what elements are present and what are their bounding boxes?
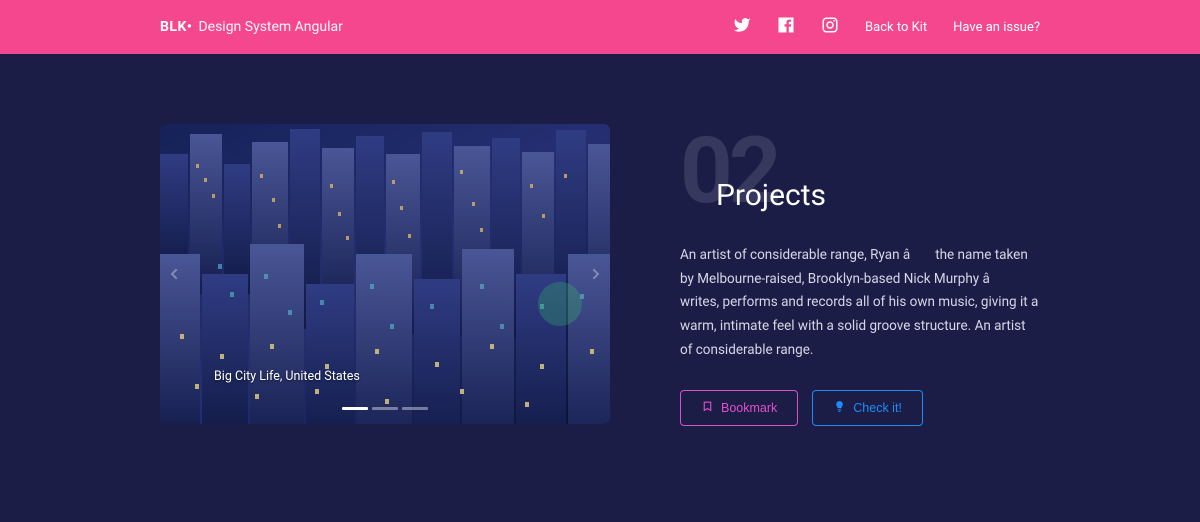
section-description: An artist of considerable range, Ryan â… <box>680 244 1040 362</box>
brand[interactable]: BLK• Design System Angular <box>160 19 343 35</box>
carousel-indicators <box>342 407 428 410</box>
have-issue-link[interactable]: Have an issue? <box>953 20 1040 35</box>
bookmark-label: Bookmark <box>721 401 777 415</box>
indicator-3[interactable] <box>402 407 428 410</box>
twitter-icon[interactable] <box>733 16 751 38</box>
carousel-next[interactable] <box>582 254 610 294</box>
facebook-icon[interactable] <box>777 16 795 38</box>
section-title: Projects <box>716 178 826 213</box>
check-label: Check it! <box>853 401 902 415</box>
indicator-1[interactable] <box>342 407 368 410</box>
button-row: Bookmark Check it! <box>680 390 1040 426</box>
carousel: Big City Life, United States <box>160 124 610 424</box>
indicator-2[interactable] <box>372 407 398 410</box>
content-column: 02 Projects An artist of considerable ra… <box>680 124 1040 426</box>
slide-caption: Big City Life, United States <box>214 369 360 384</box>
brand-bold: BLK• <box>160 19 192 35</box>
instagram-icon[interactable] <box>821 16 839 38</box>
back-to-kit-link[interactable]: Back to Kit <box>865 20 927 35</box>
navbar: BLK• Design System Angular Back to Kit H… <box>0 0 1200 54</box>
main-section: Big City Life, United States 02 Projects… <box>0 54 1200 426</box>
check-button[interactable]: Check it! <box>812 390 923 426</box>
bookmark-icon <box>701 400 714 416</box>
brand-rest: Design System Angular <box>198 19 342 35</box>
nav-right: Back to Kit Have an issue? <box>733 16 1040 38</box>
carousel-prev[interactable] <box>160 254 188 294</box>
bulb-icon <box>833 400 846 416</box>
heading-wrap: 02 Projects <box>680 136 1040 222</box>
bookmark-button[interactable]: Bookmark <box>680 390 798 426</box>
